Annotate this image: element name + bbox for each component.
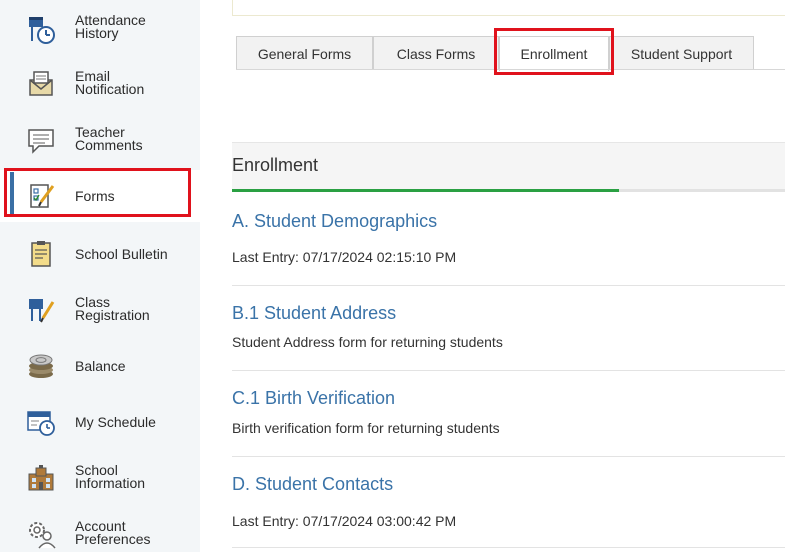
sidebar-item-class-registration[interactable]: Class Registration <box>0 284 200 336</box>
enrollment-tab-highlight-box <box>494 28 614 75</box>
school-bulletin-icon <box>22 235 60 273</box>
school-information-icon <box>22 459 60 497</box>
form-link-student-demographics[interactable]: A. Student Demographics <box>232 211 437 232</box>
tab-class-forms[interactable]: Class Forms <box>373 36 499 70</box>
tab-general-forms[interactable]: General Forms <box>236 36 373 70</box>
form-link-student-address[interactable]: B.1 Student Address <box>232 303 396 324</box>
app-root: Attendance History Email Notification Te… <box>0 0 785 552</box>
sidebar-item-email-notification[interactable]: Email Notification <box>0 58 200 110</box>
attendance-history-icon <box>22 11 60 49</box>
sidebar-item-label: Attendance History <box>75 12 146 41</box>
tab-label: Student Support <box>630 45 733 62</box>
sidebar-item-label: Class Registration <box>75 294 150 323</box>
sidebar-item-label: Email Notification <box>75 68 145 97</box>
tab-label: General Forms <box>257 45 352 62</box>
sidebar-item-account-preferences[interactable]: Account Preferences <box>0 508 200 552</box>
sidebar-nav: Attendance History Email Notification Te… <box>0 0 200 552</box>
class-registration-icon <box>22 291 60 329</box>
form-description: Last Entry: 07/17/2024 02:15:10 PM <box>232 249 457 265</box>
email-notification-icon <box>22 65 60 103</box>
section-progress-fill <box>232 189 620 192</box>
sidebar-item-balance[interactable]: Balance <box>0 340 200 392</box>
form-description: Birth verification form for returning st… <box>232 420 500 436</box>
my-schedule-icon <box>22 403 60 441</box>
sidebar-item-my-schedule[interactable]: My Schedule <box>0 396 200 448</box>
form-divider <box>232 370 785 371</box>
form-divider <box>232 547 785 548</box>
form-divider <box>232 285 785 286</box>
balance-icon <box>22 347 60 385</box>
top-panel-edge <box>232 0 785 16</box>
teacher-comments-icon <box>22 121 60 159</box>
section-progress-bar <box>232 189 785 192</box>
sidebar-item-school-information[interactable]: School Information <box>0 452 200 504</box>
sidebar-item-school-bulletin[interactable]: School Bulletin <box>0 228 200 280</box>
form-link-birth-verification[interactable]: C.1 Birth Verification <box>232 388 395 409</box>
form-description: Student Address form for returning stude… <box>232 334 503 350</box>
forms-highlight-box <box>4 168 191 217</box>
sidebar-item-label: School Bulletin <box>75 246 168 262</box>
account-preferences-icon <box>22 515 60 552</box>
sidebar-item-label: My Schedule <box>75 414 156 430</box>
tab-student-support[interactable]: Student Support <box>609 36 754 70</box>
sidebar-item-attendance-history[interactable]: Attendance History <box>0 4 200 56</box>
main-content: General Forms Class Forms Enrollment Stu… <box>200 0 785 552</box>
sidebar-item-label: Teacher Comments <box>75 124 143 153</box>
form-divider <box>232 456 785 457</box>
sidebar-item-teacher-comments[interactable]: Teacher Comments <box>0 114 200 166</box>
form-link-student-contacts[interactable]: D. Student Contacts <box>232 474 393 495</box>
sidebar-item-label: School Information <box>75 462 146 491</box>
sidebar-item-label: Balance <box>75 358 126 374</box>
form-description: Last Entry: 07/17/2024 03:00:42 PM <box>232 513 457 529</box>
tab-label: Class Forms <box>396 45 476 62</box>
section-title: Enrollment <box>232 155 319 175</box>
sidebar-item-label: Account Preferences <box>75 518 151 547</box>
